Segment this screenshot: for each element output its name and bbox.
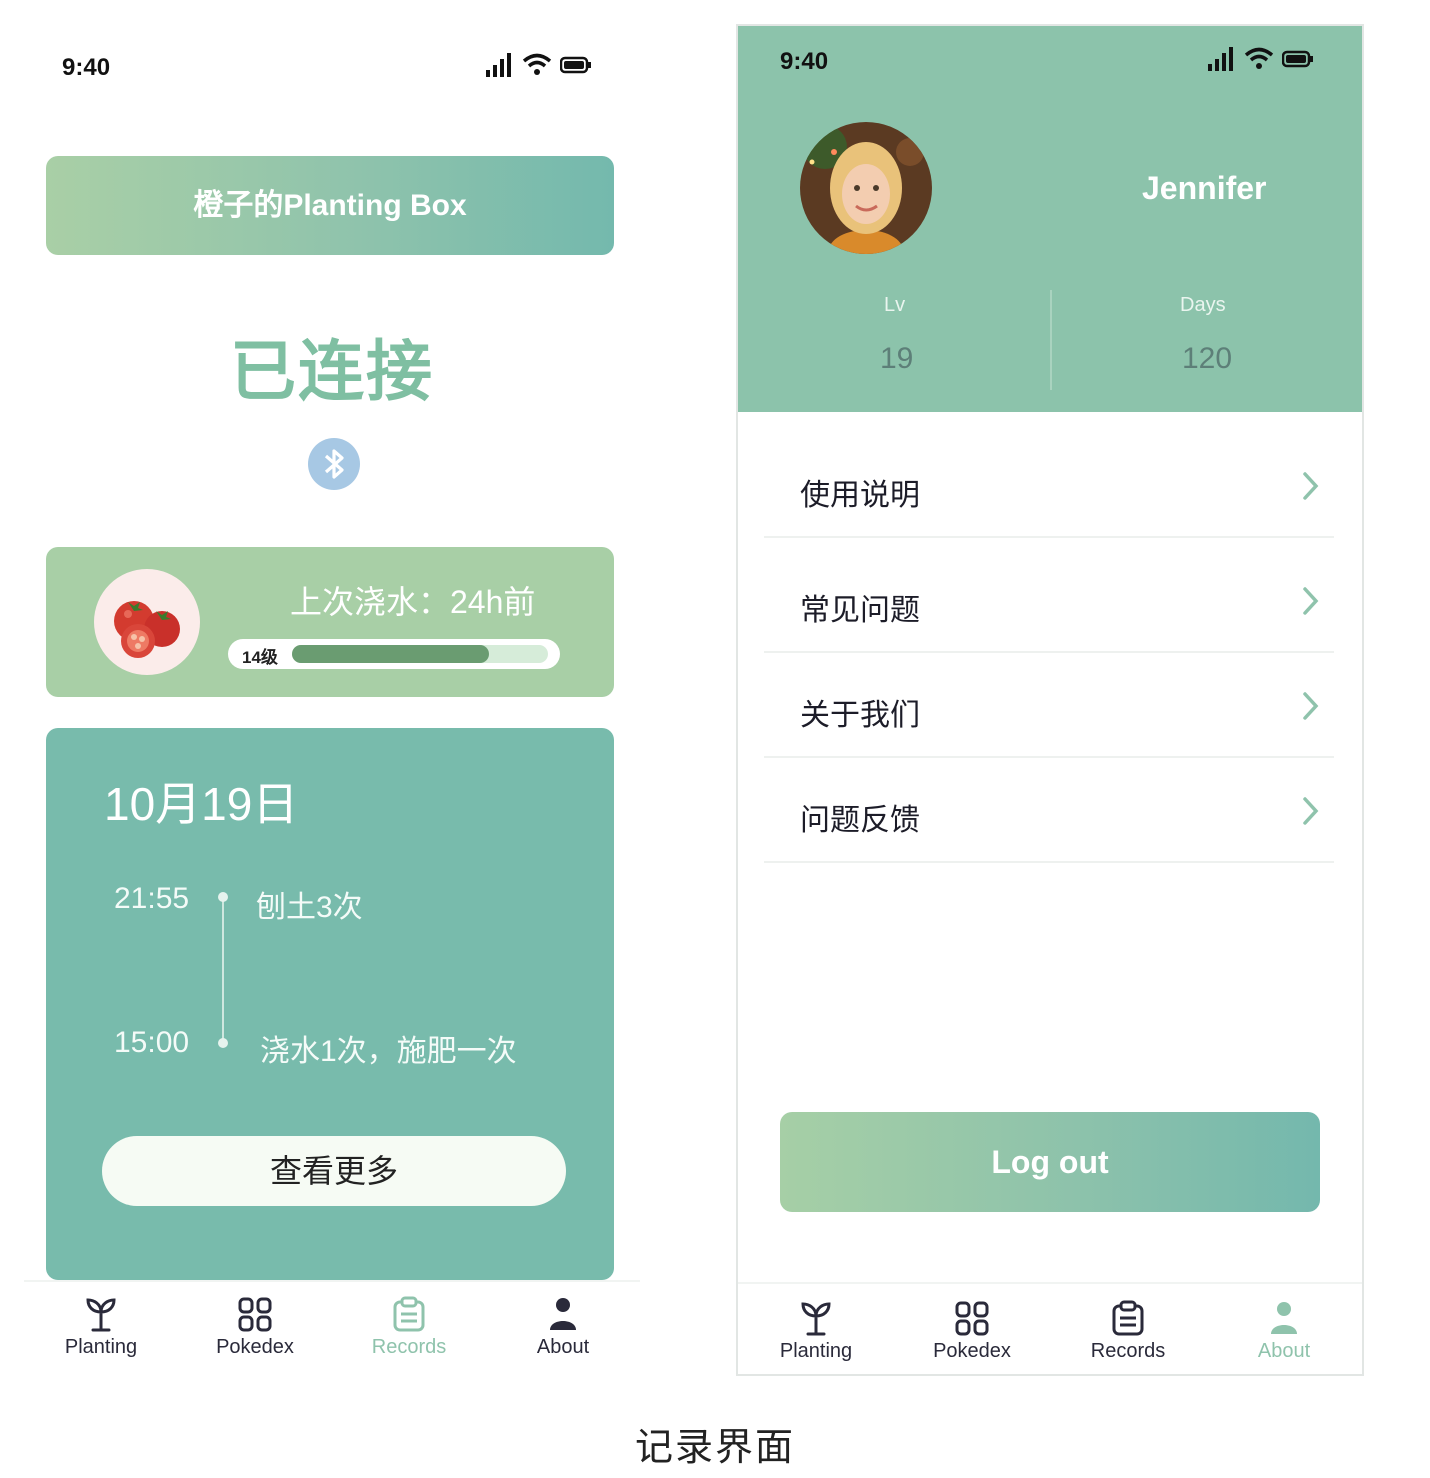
menu-item-feedback[interactable]: 问题反馈 (764, 759, 1334, 863)
stat-value-days: 120 (1182, 342, 1233, 375)
level-track (292, 645, 548, 663)
tab-label: Records (371, 1336, 447, 1358)
tab-records[interactable]: Records (1050, 1300, 1206, 1374)
level-fill (292, 645, 490, 663)
tab-bar: Planting Pokedex Records About (738, 1282, 1362, 1374)
tab-label: About (1257, 1340, 1311, 1362)
tab-label: Pokedex (933, 1340, 1011, 1362)
logout-button[interactable]: Log out (780, 1112, 1320, 1212)
tab-pokedex[interactable]: Pokedex (178, 1296, 332, 1376)
planting-box-title[interactable]: 橙子的Planting Box (46, 156, 614, 255)
chevron-right-icon (1303, 472, 1319, 500)
tab-label: Planting (779, 1340, 853, 1362)
tab-bar: Planting Pokedex Records About (24, 1280, 640, 1376)
menu-item-label: 常见问题 (800, 594, 920, 627)
wifi-icon (1244, 47, 1274, 69)
status-time: 9:40 (62, 54, 111, 81)
record-time: 21:55 (114, 882, 190, 915)
tab-label: Records (1090, 1340, 1166, 1362)
menu-item-label: 关于我们 (800, 699, 920, 732)
about-screen: 9:40 Jennifer Lv 19 Days 120 使用说明 常见问题 关… (736, 24, 1364, 1376)
person-icon (1271, 1302, 1297, 1334)
profile-header: 9:40 Jennifer Lv 19 Days 120 (738, 26, 1362, 412)
status-bar: 9:40 (738, 26, 1362, 112)
records-date: 10月19日 (104, 778, 299, 830)
sprout-icon (86, 1298, 116, 1332)
record-text: 浇水1次，施肥一次 (260, 1035, 517, 1068)
record-time: 15:00 (114, 1026, 190, 1059)
tab-planting[interactable]: Planting (24, 1296, 178, 1376)
tab-about[interactable]: About (486, 1296, 640, 1376)
stat-divider (1050, 290, 1052, 390)
tab-records[interactable]: Records (332, 1296, 486, 1376)
tab-label: Planting (64, 1336, 138, 1358)
chevron-right-icon (1303, 797, 1319, 825)
person-icon (550, 1298, 576, 1330)
level-progress: 14级 (228, 639, 560, 669)
record-text: 刨土3次 (256, 891, 363, 924)
level-label: 14级 (242, 648, 278, 667)
timeline-dot (218, 892, 228, 902)
battery-icon (1282, 50, 1313, 68)
clipboard-icon (1112, 1300, 1144, 1336)
last-watered-text: 上次浇水：24h前 (290, 584, 536, 620)
connection-status: 已连接 (230, 334, 434, 408)
stat-label-lv: Lv (884, 294, 906, 316)
menu-item-instructions[interactable]: 使用说明 (764, 434, 1334, 538)
grid-icon (238, 1297, 272, 1332)
menu-item-label: 问题反馈 (800, 804, 920, 837)
menu-item-label: 使用说明 (800, 479, 920, 512)
menu-item-about-us[interactable]: 关于我们 (764, 654, 1334, 758)
clipboard-icon (393, 1296, 425, 1332)
status-time: 9:40 (780, 48, 829, 75)
status-bar: 9:40 (24, 24, 640, 110)
records-card: 10月19日 21:55 刨土3次 15:00 浇水1次，施肥一次 查看更多 (46, 728, 614, 1280)
username: Jennifer (1142, 170, 1267, 206)
sprout-icon (801, 1302, 831, 1336)
figure-caption: 记录界面 (634, 1427, 795, 1469)
chevron-right-icon (1303, 587, 1319, 615)
stat-value-lv: 19 (880, 342, 914, 375)
grid-icon (955, 1301, 989, 1336)
tab-label: About (536, 1336, 590, 1358)
menu-item-faq[interactable]: 常见问题 (764, 549, 1334, 653)
wifi-icon (522, 53, 552, 75)
avatar[interactable] (800, 122, 932, 254)
chevron-right-icon (1303, 692, 1319, 720)
tab-about[interactable]: About (1206, 1300, 1362, 1374)
tab-pokedex[interactable]: Pokedex (894, 1300, 1050, 1374)
tomato-image (94, 569, 200, 675)
view-more-button[interactable]: 查看更多 (102, 1136, 566, 1206)
tab-planting[interactable]: Planting (738, 1300, 894, 1374)
timeline-line (222, 896, 224, 1042)
battery-icon (560, 56, 591, 74)
plant-status-card[interactable]: 上次浇水：24h前 14级 (46, 547, 614, 697)
records-screen: 9:40 橙子的Planting Box 已连接 上次浇水：24h前 14级 1… (24, 24, 640, 1376)
signal-icon (486, 53, 511, 77)
tab-label: Pokedex (216, 1336, 294, 1358)
timeline-dot (218, 1038, 228, 1048)
bluetooth-icon[interactable] (308, 438, 360, 490)
stat-label-days: Days (1180, 294, 1226, 316)
signal-icon (1208, 47, 1233, 71)
